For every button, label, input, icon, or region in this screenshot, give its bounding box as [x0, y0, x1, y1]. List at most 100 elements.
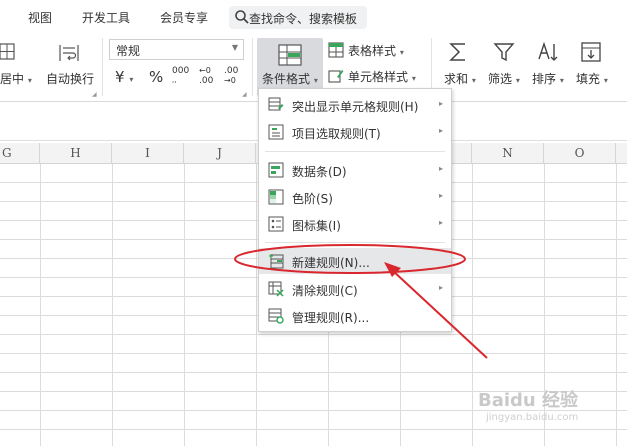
chevron-down-icon: ▾ [399, 48, 404, 57]
chevron-down-icon: ▾ [27, 76, 32, 85]
icon-sets-icon [268, 216, 284, 232]
decrease-decimal-label: .00 [224, 66, 239, 76]
menu-item-data-bars[interactable]: 数据条(D) ▸ [259, 157, 451, 183]
number-dialog-launcher-icon[interactable]: ◢ [242, 91, 247, 98]
command-search-box[interactable]: 查找命令、搜索模板 [229, 6, 367, 29]
percent-button[interactable]: % [149, 68, 163, 86]
cell-style-label: 单元格样式 [348, 70, 409, 84]
chevron-down-icon: ▾ [471, 76, 476, 85]
ribbon-separator [102, 38, 103, 96]
filter-label: 筛选 [488, 72, 513, 86]
merge-center-icon[interactable] [0, 42, 16, 62]
filter-button[interactable]: 筛选 ▾ [488, 70, 520, 87]
column-header-j[interactable]: J [184, 143, 256, 164]
chevron-right-icon: ▸ [438, 283, 443, 292]
conditional-format-label: 条件格式 [262, 72, 311, 86]
wrap-text-button[interactable]: 自动换行 [46, 70, 94, 87]
chevron-down-icon: ▾ [411, 74, 416, 83]
menu-item-label: 图标集(I) [292, 219, 341, 233]
menu-item-label: 项目选取规则(T) [292, 127, 381, 141]
menu-item-color-scales[interactable]: 色阶(S) ▸ [259, 184, 451, 210]
menu-item-label: 新建规则(N)... [292, 256, 370, 270]
tab-developer-tools[interactable]: 开发工具 [82, 9, 130, 26]
menu-item-label: 色阶(S) [292, 192, 333, 206]
menu-item-icon-sets[interactable]: 图标集(I) ▸ [259, 211, 451, 237]
search-placeholder: 查找命令、搜索模板 [249, 12, 358, 26]
color-scales-icon [268, 189, 284, 205]
conditional-format-icon [278, 44, 302, 66]
menu-separator [265, 151, 445, 152]
chevron-down-icon: ▾ [313, 76, 318, 85]
currency-button[interactable]: ¥ ▾ [115, 68, 133, 86]
thousands-separator-button[interactable]: 000,, [172, 67, 189, 85]
chevron-right-icon: ▸ [438, 164, 443, 173]
menu-item-manage-rules[interactable]: 管理规则(R)... [259, 303, 451, 329]
wrap-text-icon[interactable] [58, 42, 80, 64]
manage-rules-icon [268, 308, 284, 324]
table-style-label: 表格样式 [348, 44, 397, 58]
column-header-g[interactable]: G [0, 143, 40, 164]
spreadsheet-window: 视图 开发工具 会员专享 查找命令、搜索模板 居中 ▾ 自动换行 ◢ 常规 ▼ … [0, 0, 627, 446]
merge-center-label: 居中 [0, 72, 25, 86]
tab-view[interactable]: 视图 [28, 9, 52, 26]
menu-item-label: 管理规则(R)... [292, 311, 370, 325]
chevron-right-icon: ▸ [438, 218, 443, 227]
chevron-down-icon: ▾ [603, 76, 608, 85]
increase-decimal-button[interactable]: ←0.00 [199, 66, 213, 86]
chevron-right-icon: ▸ [438, 126, 443, 135]
chevron-down-icon: ▼ [231, 43, 238, 52]
alignment-dialog-launcher-icon[interactable]: ◢ [92, 91, 97, 98]
fill-label: 填充 [576, 72, 601, 86]
chevron-right-icon: ▸ [438, 191, 443, 200]
chevron-down-icon: ▾ [129, 75, 134, 84]
increase-decimal-label: .00 [199, 76, 214, 86]
column-header-n[interactable]: N [472, 143, 544, 164]
cell-style-button[interactable]: 单元格样式 ▾ [348, 68, 416, 85]
sort-icon[interactable] [536, 41, 560, 63]
sum-icon[interactable] [448, 41, 468, 63]
sort-label: 排序 [532, 72, 557, 86]
menu-item-label: 突出显示单元格规则(H) [292, 100, 419, 114]
column-header-i[interactable]: I [112, 143, 184, 164]
column-header-h[interactable]: H [40, 143, 112, 164]
decrease-decimal-button[interactable]: .00 →0 [224, 66, 238, 86]
top-bottom-rules-icon [268, 124, 284, 140]
sum-button[interactable]: 求和 ▾ [444, 70, 476, 87]
search-icon [235, 10, 249, 24]
clear-rules-icon [268, 281, 284, 297]
ribbon-separator [252, 38, 253, 96]
thousands-label: 000 [172, 66, 190, 76]
number-format-select[interactable]: 常规 ▼ [109, 39, 244, 60]
column-header-o[interactable]: O [544, 143, 616, 164]
chevron-down-icon: ▾ [559, 76, 564, 85]
watermark-logo: Baidu 经验 [478, 390, 579, 411]
number-format-value: 常规 [116, 44, 141, 58]
filter-icon[interactable] [493, 41, 515, 63]
menu-item-clear-rules[interactable]: 清除规则(C) ▸ [259, 276, 451, 302]
menu-separator [265, 242, 445, 243]
menu-item-top-bottom-rules[interactable]: 项目选取规则(T) ▸ [259, 119, 451, 145]
menu-tab-bar: 视图 开发工具 会员专享 查找命令、搜索模板 [0, 0, 627, 34]
conditional-format-menu: 突出显示单元格规则(H) ▸ 项目选取规则(T) ▸ 数据条(D) ▸ 色阶(S… [258, 88, 452, 332]
currency-label: ¥ [115, 68, 125, 86]
merge-center-button[interactable]: 居中 ▾ [0, 70, 32, 87]
menu-item-label: 数据条(D) [292, 165, 347, 179]
data-bars-icon [268, 162, 284, 178]
menu-item-label: 清除规则(C) [292, 284, 358, 298]
highlight-rules-icon [268, 97, 284, 111]
menu-item-highlight-cell-rules[interactable]: 突出显示单元格规则(H) ▸ [259, 92, 451, 118]
new-rule-icon [269, 254, 284, 269]
conditional-format-label-wrap: 条件格式 ▾ [262, 70, 318, 87]
watermark-url: jingyan.baidu.com [486, 412, 579, 423]
table-style-button[interactable]: 表格样式 ▾ [348, 42, 404, 59]
cell-style-icon [328, 70, 344, 83]
sort-button[interactable]: 排序 ▾ [532, 70, 564, 87]
table-style-icon [328, 42, 344, 58]
fill-icon[interactable] [580, 41, 602, 63]
menu-item-new-rule[interactable]: 新建规则(N)... [259, 248, 451, 274]
sum-label: 求和 [444, 72, 469, 86]
chevron-right-icon: ▸ [438, 99, 443, 108]
tab-member-exclusive[interactable]: 会员专享 [160, 9, 208, 26]
chevron-down-icon: ▾ [515, 76, 520, 85]
fill-button[interactable]: 填充 ▾ [576, 70, 608, 87]
